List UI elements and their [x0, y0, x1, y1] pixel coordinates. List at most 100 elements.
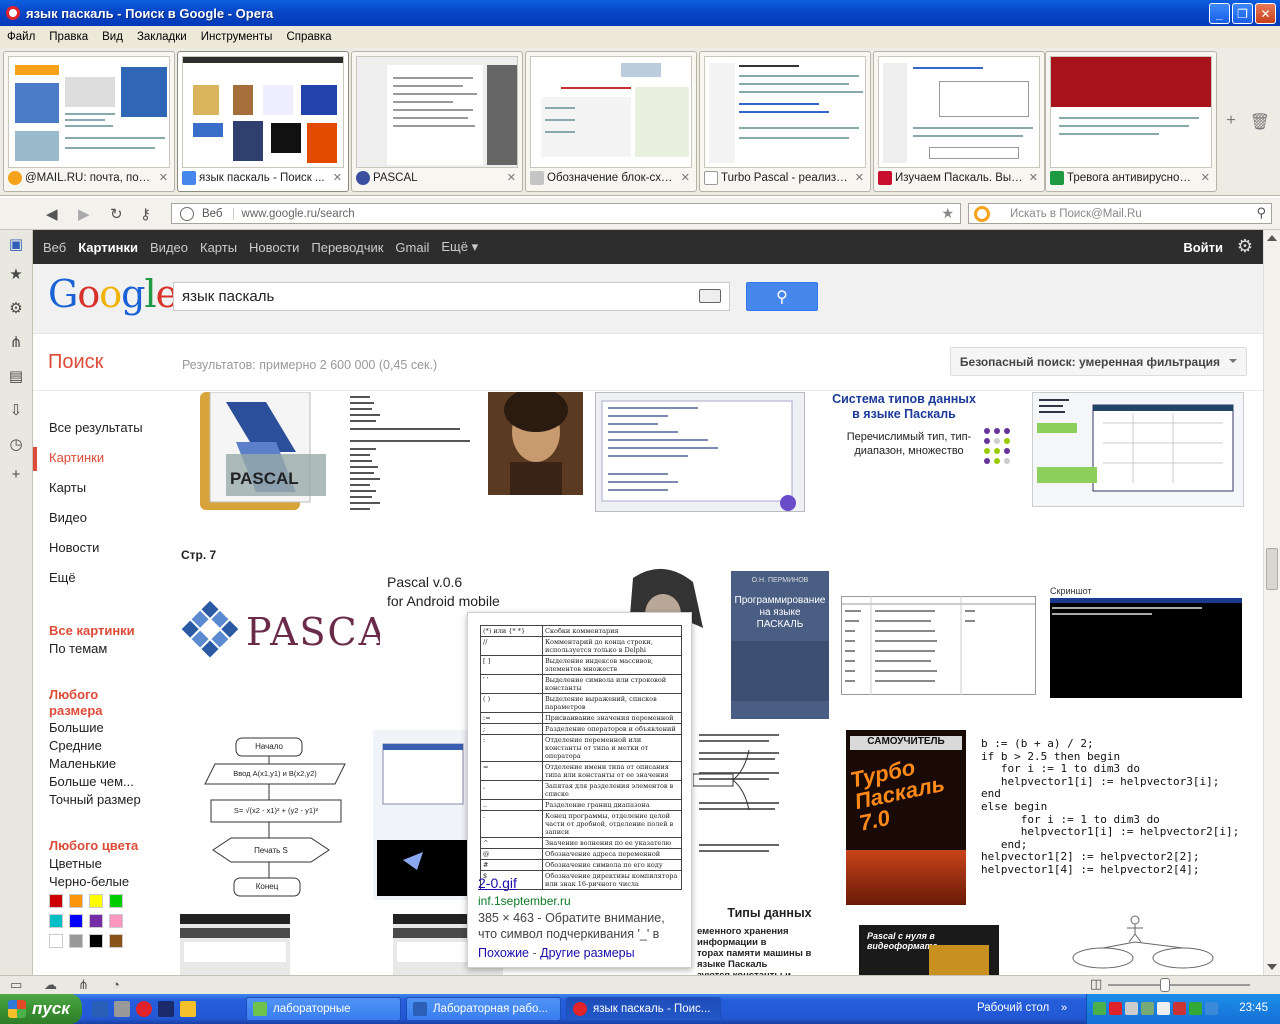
forward-icon[interactable]: ▶ — [78, 205, 90, 223]
color-swatch[interactable] — [89, 934, 103, 948]
menu-edit[interactable]: Правка — [49, 31, 88, 43]
image-result-code-snippet[interactable]: b := (b + a) / 2; if b > 2.5 then begin … — [981, 738, 1243, 888]
bookmarks-icon[interactable]: ★ — [8, 266, 24, 283]
color-swatch[interactable] — [69, 894, 83, 908]
nav-maps[interactable]: Карты — [49, 480, 86, 495]
tab-close-icon[interactable]: ✕ — [1201, 171, 1210, 184]
tab-mailru[interactable]: @MAIL.RU: почта, пои... ✕ — [3, 51, 175, 192]
safe-search-dropdown[interactable]: Безопасный поиск: умеренная фильтрация — [949, 347, 1247, 376]
panel-toggle-icon[interactable]: ▭ — [10, 977, 22, 993]
tray-language-icon[interactable] — [1173, 1002, 1186, 1015]
search-button[interactable]: ⚲ — [746, 282, 818, 311]
tray-mail-icon[interactable] — [1157, 1002, 1170, 1015]
tab-close-icon[interactable]: ✕ — [855, 171, 864, 184]
new-tab-icon[interactable]: + — [1226, 112, 1235, 132]
size-exact[interactable]: Точный размер — [49, 792, 141, 807]
image-result-data-types[interactable]: Система типов данных в языке Паскаль Пер… — [819, 392, 989, 492]
color-filter-header[interactable]: Любого цвета — [49, 838, 138, 853]
key-icon[interactable]: ⚷ — [140, 205, 151, 223]
image-result-video-course[interactable]: Pascal с нуля в видеоформате — [859, 925, 999, 975]
tab-turbo-pascal[interactable]: Turbo Pascal - реализа... ✕ — [699, 51, 871, 192]
hover-filename-link[interactable]: 2-0.gif — [478, 875, 517, 891]
by-topic-link[interactable]: По темам — [49, 641, 107, 656]
maximize-button[interactable]: ❐ — [1232, 3, 1253, 24]
image-result-android-pascal[interactable]: Pascal v.0.6 for Android mobile — [387, 573, 537, 615]
color-bw[interactable]: Черно-белые — [49, 874, 129, 889]
color-swatch[interactable] — [49, 894, 63, 908]
unite-icon[interactable]: ⋔ — [8, 334, 24, 351]
widgets-icon[interactable]: ⚙ — [8, 300, 24, 317]
gbar-news[interactable]: Новости — [249, 240, 299, 255]
tab-block-scheme[interactable]: Обозначение блок-схе... ✕ — [525, 51, 697, 192]
tab-close-icon[interactable]: ✕ — [333, 171, 342, 184]
size-filter-header[interactable]: Любого размера — [49, 687, 139, 719]
nav-all-results[interactable]: Все результаты — [49, 420, 143, 435]
start-button[interactable]: пуск — [0, 994, 82, 1024]
add-panel-icon[interactable]: + — [8, 466, 24, 483]
size-larger-than[interactable]: Больше чем... — [49, 774, 134, 789]
page-scrollbar[interactable] — [1263, 230, 1280, 975]
menu-help[interactable]: Справка — [286, 31, 331, 43]
image-result-data-types-text[interactable]: Типы данных еменного хранения информации… — [697, 906, 842, 975]
tab-close-icon[interactable]: ✕ — [1029, 171, 1038, 184]
minimize-button[interactable]: _ — [1209, 3, 1230, 24]
unite-icon[interactable]: ⋔ — [78, 977, 89, 993]
scrollbar-thumb[interactable] — [1266, 548, 1278, 590]
notes-icon[interactable]: ▤ — [8, 368, 24, 385]
tray-antivirus-icon[interactable] — [1109, 1002, 1122, 1015]
size-large[interactable]: Большие — [49, 720, 104, 735]
tray-app-icon[interactable] — [1141, 1002, 1154, 1015]
color-swatch[interactable] — [69, 934, 83, 948]
tray-network-icon[interactable] — [1093, 1002, 1106, 1015]
settings-gear-icon[interactable]: ⚙ — [1237, 236, 1253, 257]
zoom-slider[interactable]: ◫ — [1086, 976, 1271, 992]
mailru-search-icon[interactable] — [974, 205, 990, 222]
address-field[interactable]: Веб www.google.ru/search ★ — [171, 203, 961, 224]
search-input[interactable]: язык паскаль — [173, 282, 730, 311]
color-swatch[interactable] — [89, 914, 103, 928]
size-small[interactable]: Маленькие — [49, 756, 116, 771]
color-swatch[interactable] — [109, 934, 123, 948]
image-result-console-screenshot[interactable]: Скриншот — [1050, 586, 1245, 701]
tray-volume-icon[interactable] — [1125, 1002, 1138, 1015]
panel-toggle-icon[interactable]: ▣ — [8, 236, 24, 253]
image-result-pascal-windows[interactable] — [373, 730, 473, 900]
tab-close-icon[interactable]: ✕ — [507, 171, 516, 184]
nav-video[interactable]: Видео — [49, 510, 87, 525]
trash-icon[interactable]: 🗑 — [1250, 112, 1270, 132]
downloads-icon[interactable]: ⇩ — [8, 402, 24, 419]
history-icon[interactable]: ◷ — [8, 436, 24, 453]
image-result-turbo-pascal-book[interactable]: САМОУЧИТЕЛЬ Турбо Паскаль 7.0 — [846, 730, 966, 905]
tab-google-search[interactable]: язык паскаль - Поиск ... ✕ — [177, 51, 349, 192]
gbar-more[interactable]: Ещё ▾ — [441, 239, 478, 255]
view-icon[interactable]: ◫ — [1090, 976, 1102, 992]
image-result-app-screenshot-1[interactable] — [180, 914, 290, 975]
image-result-blaise-pascal-portrait[interactable] — [488, 392, 583, 495]
quicklaunch-desktop-icon[interactable] — [92, 1001, 108, 1017]
tab-close-icon[interactable]: ✕ — [159, 171, 168, 184]
turbo-icon[interactable]: ☁ — [44, 977, 57, 993]
speed-icon[interactable]: ◔ — [112, 977, 120, 992]
color-swatch[interactable] — [69, 914, 83, 928]
size-medium[interactable]: Средние — [49, 738, 102, 753]
google-logo[interactable]: Google — [48, 272, 178, 316]
hover-other-sizes-link[interactable]: Другие размеры — [540, 946, 634, 960]
color-swatch[interactable] — [49, 914, 63, 928]
all-images-link[interactable]: Все картинки — [49, 623, 135, 638]
search-icon[interactable]: ⚲ — [1256, 205, 1266, 221]
nav-news[interactable]: Новости — [49, 540, 99, 555]
quicklaunch-save-icon[interactable] — [158, 1001, 174, 1017]
color-swatch[interactable] — [49, 934, 63, 948]
color-full[interactable]: Цветные — [49, 856, 102, 871]
gbar-maps[interactable]: Карты — [200, 240, 237, 255]
image-result-perminov-book[interactable]: О.Н. ПЕРМИНОВ Программирование на языке … — [731, 571, 829, 719]
image-result-ide-screenshot[interactable] — [595, 392, 805, 512]
nav-more[interactable]: Ещё — [49, 570, 76, 585]
menu-tools[interactable]: Инструменты — [201, 31, 273, 43]
login-link[interactable]: Войти — [1183, 240, 1223, 255]
close-button[interactable]: ✕ — [1255, 3, 1276, 24]
tab-close-icon[interactable]: ✕ — [681, 171, 690, 184]
image-result-pascal-folder[interactable]: PASCAL — [196, 392, 338, 517]
image-result-pascal-logo[interactable]: PASCAL — [180, 572, 380, 682]
image-result-flowchart[interactable]: Начало Ввод A(x1,y1) и B(x2,y2) S= √(x2 … — [201, 730, 361, 905]
